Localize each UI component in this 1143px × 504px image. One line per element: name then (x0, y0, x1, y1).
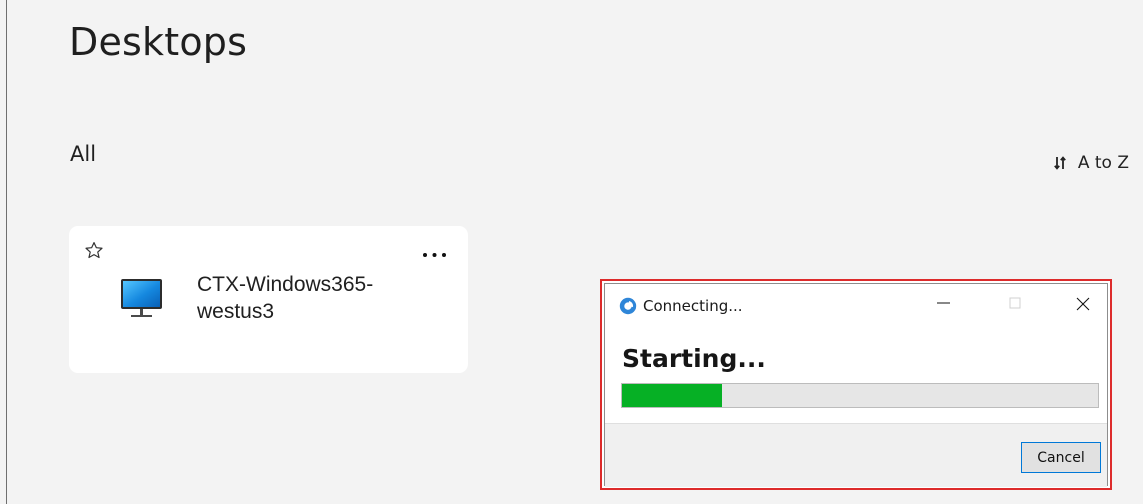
minimize-button[interactable] (921, 284, 967, 320)
connecting-dialog: Connecting... Starting... Cancel (604, 283, 1108, 487)
maximize-button[interactable] (993, 284, 1039, 320)
connecting-dialog-highlight: Connecting... Starting... Cancel (600, 279, 1112, 490)
sort-label: A to Z (1077, 153, 1129, 173)
more-options-icon[interactable] (422, 251, 447, 259)
sort-icon (1053, 156, 1066, 170)
cancel-button[interactable]: Cancel (1021, 442, 1101, 473)
desktop-name-line-1: CTX-Windows365- (197, 273, 374, 296)
page-title: Desktops (69, 20, 248, 64)
desktop-name-line-2: westus3 (197, 300, 275, 323)
status-text: Starting... (622, 344, 766, 373)
citrix-icon (619, 297, 637, 315)
dialog-title: Connecting... (643, 297, 743, 315)
monitor-icon (121, 279, 162, 317)
dialog-titlebar[interactable]: Connecting... (605, 284, 1107, 326)
left-divider (6, 0, 7, 504)
progress-bar (621, 383, 1099, 408)
dialog-footer: Cancel (605, 423, 1107, 487)
star-outline-icon[interactable] (83, 240, 105, 262)
desktop-card[interactable]: CTX-Windows365- westus3 (69, 226, 468, 373)
close-button[interactable] (1060, 284, 1106, 320)
sort-control[interactable]: A to Z (1053, 153, 1129, 173)
section-label: All (70, 142, 97, 166)
desktop-name: CTX-Windows365- westus3 (197, 271, 427, 325)
progress-fill (622, 384, 722, 407)
